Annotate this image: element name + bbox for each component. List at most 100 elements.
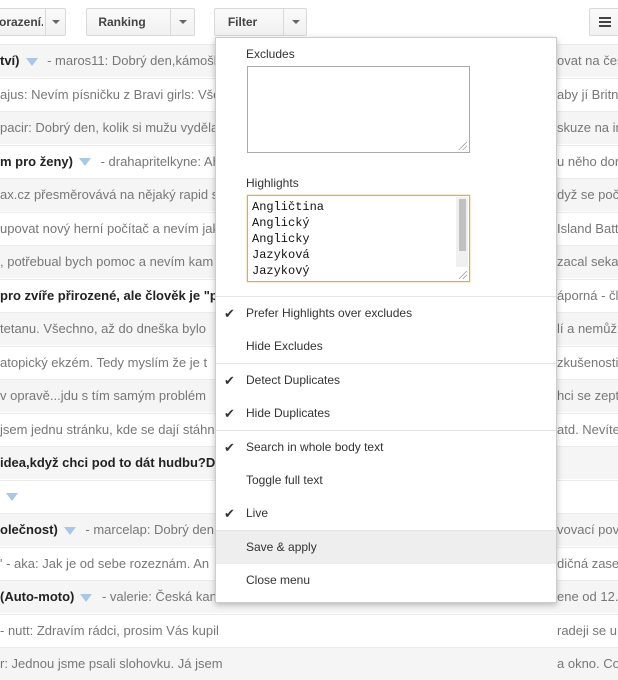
thread-title: idea,když chci pod to dát hudbu?Díky	[0, 455, 234, 470]
filter-icon[interactable]	[25, 57, 38, 66]
highlight-term: Angličtina	[252, 200, 325, 214]
thread-snippet-tail: skuze na in	[557, 120, 618, 135]
menu-item-save-apply[interactable]: Save & apply	[216, 531, 556, 564]
filter-menu: Excludes Highlights Angličtina Anglický An…	[215, 37, 557, 603]
thread-snippet: - valerie: Česká kance	[98, 589, 231, 604]
menu-item-hide-duplicates[interactable]: ✔ Hide Duplicates	[216, 397, 556, 430]
sort-label: orazení...	[0, 15, 43, 29]
highlight-term: Jazykový	[252, 264, 310, 278]
list-item-left: ' - aka: Jak je od sebe rozeznám. An	[0, 548, 209, 580]
view-toggle-button[interactable]	[589, 8, 618, 36]
thread-snippet: r: Jednou jsme psali slohovku. Já jsem	[0, 656, 223, 671]
menu-item-label: Close menu	[246, 573, 311, 587]
thread-snippet: tetanu. Všechno, až do dneška bylo	[0, 321, 206, 336]
thread-title: (Auto-moto)	[0, 589, 75, 604]
thread-snippet: - maros11: Dobrý den,kámošk	[43, 53, 221, 68]
checkmark-icon: ✔	[224, 306, 235, 321]
thread-snippet: - marcelap: Dobrý den, z	[81, 522, 228, 537]
chevron-down-icon	[179, 20, 187, 24]
menu-item-label: Live	[246, 506, 269, 520]
menu-item-label: Hide Duplicates	[246, 406, 331, 420]
checkmark-icon: ✔	[224, 406, 235, 421]
filter-icon[interactable]	[80, 593, 93, 602]
list-item[interactable]: r: Jednou jsme psali slohovku. Já jsem a …	[0, 647, 618, 680]
list-item-left: tetanu. Všechno, až do dneška bylo	[0, 313, 206, 345]
thread-snippet-tail: ene od 12.0	[557, 589, 618, 604]
thread-snippet: ax.cz přesměrovává na nějaký rapid s	[0, 187, 219, 202]
ranking-label: Ranking	[98, 15, 146, 29]
thread-snippet-tail: hci se zept	[557, 388, 618, 403]
highlights-textarea[interactable]: Angličtina Anglický Anglicky Jazyková Jazyko…	[247, 195, 470, 282]
scrollbar-thumb[interactable]	[459, 199, 466, 251]
thread-snippet: pacir: Dobrý den, kolik si mužu vyděla	[0, 120, 219, 135]
filter-label: Filter	[227, 15, 258, 29]
list-item-left	[0, 481, 24, 513]
excludes-textarea[interactable]	[247, 66, 470, 153]
list-item-left: r: Jednou jsme psali slohovku. Já jsem	[0, 648, 223, 680]
thread-snippet-tail: vovací povir	[557, 522, 618, 537]
list-item-left: olečnost) - marcelap: Dobrý den, z	[0, 514, 228, 546]
menu-item-close-menu[interactable]: Close menu	[216, 564, 556, 597]
thread-snippet-tail: áporná - čl	[557, 287, 618, 303]
menu-item-toggle-full-text[interactable]: Toggle full text	[216, 464, 556, 497]
highlight-term: Anglicky	[252, 232, 310, 246]
chevron-down-icon	[52, 20, 60, 24]
menu-item-prefer-highlights[interactable]: ✔ Prefer Highlights over excludes	[216, 297, 556, 330]
menu-item-hide-excludes[interactable]: Hide Excludes	[216, 330, 556, 363]
list-item-left: ajus: Nevím písničku z Bravi girls: Vše	[0, 79, 220, 111]
list-item-left: v opravě...jdu s tím samým problém	[0, 380, 206, 412]
highlights-label: Highlights	[246, 176, 299, 190]
menu-item-label: Detect Duplicates	[246, 373, 341, 387]
thread-snippet-tail: zkušenosti	[557, 354, 618, 370]
chevron-down-icon	[292, 20, 300, 24]
thread-title: pro zvíře přirozené, ale člověk je "přeb	[0, 287, 239, 303]
ranking-dropdown-button[interactable]: Ranking	[86, 8, 195, 36]
filter-icon[interactable]	[78, 158, 91, 167]
list-view-icon	[599, 17, 611, 27]
thread-snippet: , potřebual bych pomoc a nevím kam	[0, 254, 214, 269]
thread-snippet-tail: atd. Nevíte	[557, 421, 618, 437]
thread-snippet: - drahapritelkyne: Aho	[96, 153, 228, 169]
list-item-left: m pro ženy) - drahapritelkyne: Aho	[0, 146, 227, 178]
list-item-left: jsem jednu stránku, kde se dají stáhn	[0, 414, 215, 446]
filter-dropdown-button[interactable]: Filter	[214, 8, 307, 36]
menu-item-search-whole-body[interactable]: ✔ Search in whole body text	[216, 431, 556, 464]
filter-icon[interactable]	[63, 526, 76, 535]
list-item-left: idea,když chci pod to dát hudbu?Díky	[0, 447, 233, 479]
list-item[interactable]: - nutt: Zdravím rádci, prosim Vás kupil r…	[0, 613, 618, 647]
list-item-left: , potřebual bych pomoc a nevím kam	[0, 246, 213, 278]
list-item-left: (Auto-moto) - valerie: Česká kance	[0, 581, 231, 613]
list-item-left: pro zvíře přirozené, ale člověk je "přeb	[0, 280, 238, 312]
list-item-left: upovat nový herní počítač a nevím jak	[0, 213, 219, 245]
list-item-left: tví) - maros11: Dobrý den,kámošk	[0, 45, 220, 77]
thread-snippet-tail: a okno. Co	[557, 656, 618, 671]
menu-item-label: Hide Excludes	[246, 339, 323, 353]
thread-snippet-tail: aby jí Britne	[557, 86, 618, 102]
checkmark-icon: ✔	[224, 440, 235, 455]
filter-icon[interactable]	[6, 493, 18, 502]
resize-grip-icon[interactable]	[459, 271, 467, 279]
thread-snippet-tail: ovat na češ	[557, 53, 618, 68]
thread-snippet: ' - aka: Jak je od sebe rozeznám. An	[0, 555, 210, 571]
list-item-left: pacir: Dobrý den, kolik si mužu vyděla	[0, 112, 218, 144]
menu-item-label: Toggle full text	[246, 473, 323, 487]
divider	[170, 9, 171, 35]
resize-grip-icon[interactable]	[459, 142, 467, 150]
list-item-left: - nutt: Zdravím rádci, prosim Vás kupil	[0, 615, 219, 647]
divider	[283, 9, 284, 35]
menu-item-live[interactable]: ✔ Live	[216, 497, 556, 530]
menu-item-label: Prefer Highlights over excludes	[246, 306, 413, 320]
thread-snippet: atopický ekzém. Tedy myslím že je t	[0, 354, 208, 370]
thread-title: m pro ženy)	[0, 153, 73, 169]
thread-snippet: ajus: Nevím písničku z Bravi girls: Vše	[0, 86, 221, 102]
highlight-term: Jazyková	[252, 248, 310, 262]
thread-title: tví)	[0, 53, 20, 68]
sort-dropdown-button[interactable]: orazení...	[0, 8, 66, 36]
thread-snippet-tail: dyž se poč	[557, 187, 618, 202]
menu-item-label: Save & apply	[246, 540, 317, 554]
highlight-term: Anglický	[252, 216, 310, 230]
checkmark-icon: ✔	[224, 506, 235, 521]
divider	[45, 9, 46, 35]
thread-snippet-tail: dičná zase v	[557, 555, 618, 571]
menu-item-detect-duplicates[interactable]: ✔ Detect Duplicates	[216, 364, 556, 397]
